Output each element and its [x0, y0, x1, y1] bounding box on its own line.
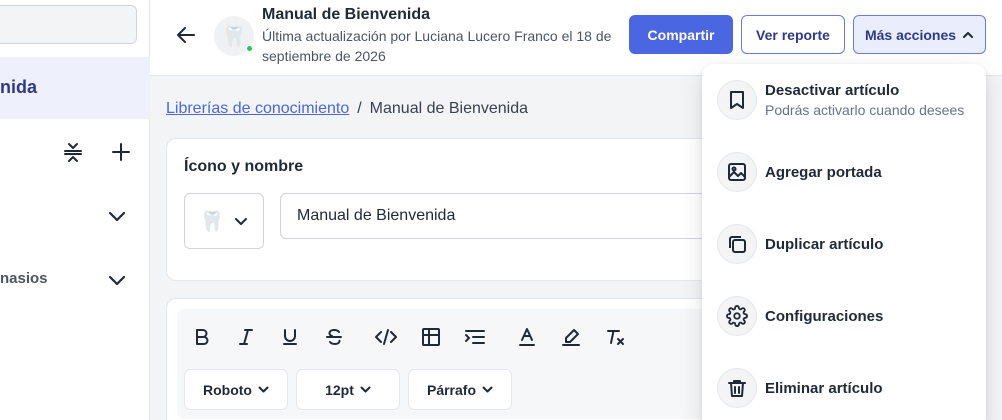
- underline-icon[interactable]: [275, 322, 305, 352]
- collapse-expand-icon[interactable]: [61, 140, 85, 164]
- font-size-value: 12pt: [325, 381, 354, 398]
- breadcrumb-separator: /: [357, 100, 362, 117]
- block-type-value: Párrafo: [426, 381, 477, 398]
- menu-item-label: Configuraciones: [765, 308, 884, 325]
- tooth-icon: 🦷: [221, 25, 247, 48]
- add-icon[interactable]: [109, 140, 133, 164]
- sidebar: nida nasios: [0, 0, 150, 420]
- more-actions-button[interactable]: Más acciones: [853, 15, 986, 54]
- chevron-down-icon: [360, 386, 371, 393]
- text-color-icon[interactable]: [512, 322, 542, 352]
- sidebar-item-label: nida: [0, 77, 38, 97]
- trash-icon: [717, 368, 757, 408]
- chevron-down-icon: [235, 217, 248, 225]
- view-report-button[interactable]: Ver reporte: [741, 15, 845, 54]
- chevron-up-icon: [963, 31, 974, 38]
- gear-icon: [717, 296, 757, 336]
- share-button[interactable]: Compartir: [629, 15, 733, 54]
- emoji-picker[interactable]: 🦷: [184, 193, 264, 249]
- font-family-value: Roboto: [203, 381, 252, 398]
- strikethrough-icon[interactable]: [319, 322, 349, 352]
- copy-icon: [717, 224, 757, 264]
- last-updated-text: Última actualización por Luciana Lucero …: [262, 28, 612, 64]
- chevron-down-icon: [482, 386, 493, 393]
- menu-item-sublabel: Podrás activarlo cuando desees: [765, 102, 965, 118]
- menu-item-label: Eliminar artículo: [765, 380, 883, 397]
- more-actions-label: Más acciones: [864, 26, 957, 43]
- bookmark-icon: [717, 80, 757, 120]
- menu-item-label: Duplicar artículo: [765, 236, 884, 253]
- sidebar-item-label: nasios: [0, 270, 48, 287]
- chevron-down-icon[interactable]: [105, 204, 129, 228]
- breadcrumb-link-knowledge-libraries[interactable]: Librerías de conocimiento: [166, 100, 349, 117]
- back-arrow-icon[interactable]: [174, 23, 198, 47]
- clear-format-icon[interactable]: [601, 322, 631, 352]
- menu-item-label: Desactivar artículo: [765, 82, 900, 99]
- tooth-icon: 🦷: [199, 210, 225, 233]
- breadcrumb: Librerías de conocimiento / Manual de Bien…: [166, 100, 528, 118]
- block-type-select[interactable]: Párrafo: [408, 369, 512, 410]
- menu-item-label: Agregar portada: [765, 164, 882, 181]
- editor-toolbar: Roboto 12pt Párrafo: [177, 309, 777, 419]
- breadcrumb-current: Manual de Bienvenida: [369, 100, 529, 117]
- menu-item-settings[interactable]: Configuraciones: [702, 296, 986, 356]
- menu-item-duplicate[interactable]: Duplicar artículo: [702, 224, 986, 284]
- page-title: Manual de Bienvenida: [262, 6, 431, 23]
- icon-name-label: Ícono y nombre: [184, 158, 304, 175]
- chevron-down-icon[interactable]: [105, 268, 129, 292]
- highlight-icon[interactable]: [556, 322, 586, 352]
- font-family-select[interactable]: Roboto: [184, 369, 288, 410]
- sidebar-item-active[interactable]: nida: [0, 57, 150, 119]
- sidebar-search-input[interactable]: [0, 5, 137, 44]
- icon-name-card: Ícono y nombre 🦷: [166, 138, 786, 281]
- more-actions-menu: Desactivar artículo Podrás activarlo cua…: [702, 64, 986, 420]
- code-icon[interactable]: [371, 322, 401, 352]
- text-wrap-icon[interactable]: [460, 322, 490, 352]
- chevron-down-icon: [258, 386, 269, 393]
- menu-item-add-cover[interactable]: Agregar portada: [702, 152, 986, 212]
- editor-card: Roboto 12pt Párrafo: [166, 298, 786, 420]
- online-status-dot: [246, 45, 253, 52]
- menu-item-deactivate[interactable]: Desactivar artículo Podrás activarlo cua…: [702, 80, 986, 140]
- table-icon[interactable]: [416, 322, 446, 352]
- image-icon: [717, 152, 757, 192]
- article-avatar: 🦷: [214, 16, 254, 56]
- font-size-select[interactable]: 12pt: [296, 369, 400, 410]
- italic-icon[interactable]: [231, 322, 261, 352]
- menu-item-delete[interactable]: Eliminar artículo: [702, 368, 986, 420]
- bold-icon[interactable]: [187, 322, 217, 352]
